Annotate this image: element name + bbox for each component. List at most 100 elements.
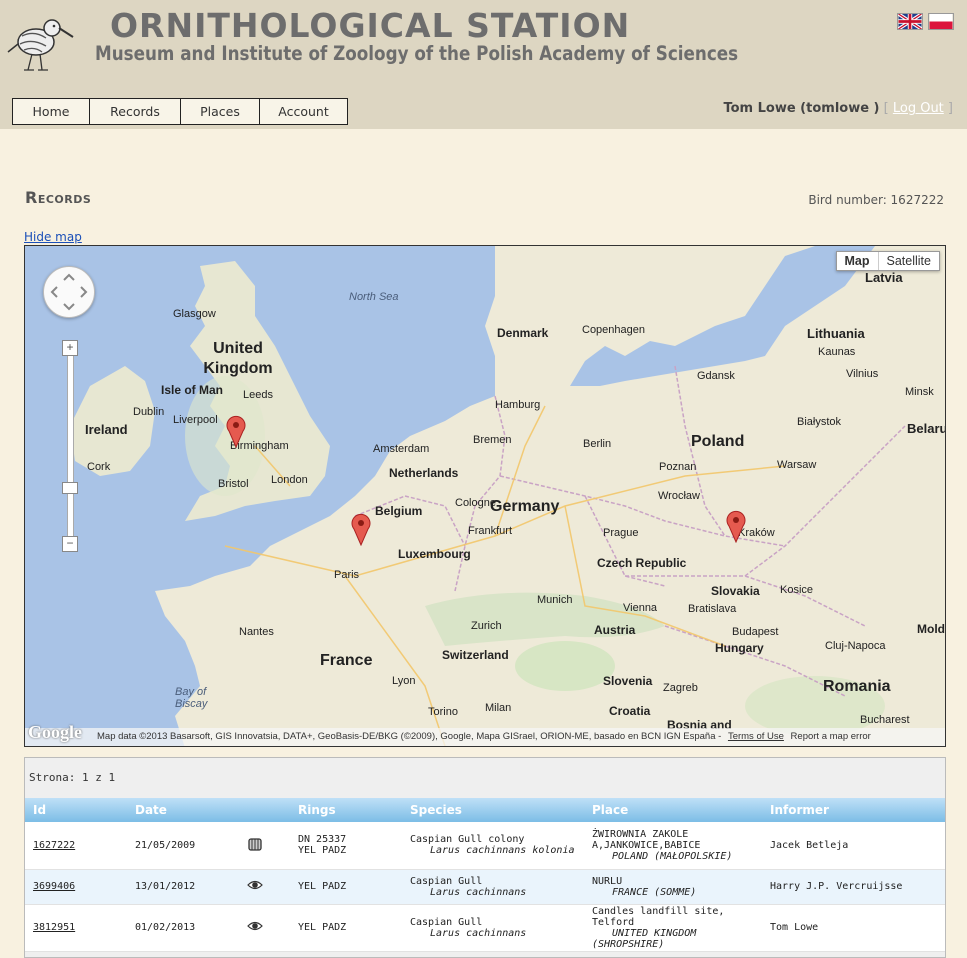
- zoom-slider-thumb[interactable]: [62, 482, 78, 494]
- record-informer: Tom Lowe: [762, 904, 945, 952]
- map-label-zagreb: Zagreb: [663, 682, 698, 694]
- record-id-link[interactable]: 3699406: [33, 881, 75, 892]
- user-box: Tom Lowe (tomlowe ) [ Log Out ]: [723, 101, 953, 116]
- map-label-uk: United Kingdom: [203, 340, 273, 377]
- nav-places[interactable]: Places: [180, 98, 260, 125]
- col-place[interactable]: Place: [584, 798, 762, 822]
- map-label-minsk: Minsk: [905, 386, 934, 398]
- map-label-bremen: Bremen: [473, 434, 512, 446]
- bird-number: Bird number: 1627222: [808, 193, 944, 207]
- zoom-out-button[interactable]: −: [62, 536, 78, 552]
- record-marker-nurlu[interactable]: [350, 512, 372, 546]
- map-label-amsterdam: Amsterdam: [373, 443, 430, 455]
- record-marker-krakow[interactable]: [725, 509, 747, 543]
- map-label-hamburg: Hamburg: [495, 399, 541, 411]
- polish-flag-icon[interactable]: [928, 13, 954, 30]
- map-label-bratislava: Bratislava: [688, 603, 737, 615]
- col-species[interactable]: Species: [402, 798, 584, 822]
- record-species: Caspian Gull colony: [410, 834, 525, 846]
- nav-records[interactable]: Records: [89, 98, 181, 125]
- map-label-bucharest: Bucharest: [860, 714, 910, 726]
- record-place-country: (SHROPSHIRE): [592, 938, 665, 950]
- map-label-kosice: Kosice: [780, 584, 814, 596]
- report-error-link[interactable]: Report a map error: [791, 731, 871, 742]
- records-panel: Strona: 1 z 1 Id Date Rings Species Plac…: [24, 757, 946, 958]
- eye-icon: [247, 921, 263, 931]
- record-marker-birmingham[interactable]: [225, 414, 247, 448]
- site-title: ORNITHOLOGICAL STATION: [110, 6, 631, 45]
- map-label-netherlands: Netherlands: [389, 466, 459, 480]
- record-ring: YEL PADZ: [298, 845, 347, 857]
- logout-link[interactable]: Log Out: [893, 101, 944, 116]
- terms-link[interactable]: Terms of Use: [728, 731, 784, 742]
- record-informer: Jacek Betleja: [762, 822, 945, 870]
- map-label-bristol: Bristol: [218, 478, 249, 490]
- map-label-paris: Paris: [334, 569, 360, 581]
- map-label-czech: Czech Republic: [597, 556, 687, 570]
- google-logo: Google: [28, 722, 82, 742]
- map-label-croatia: Croatia: [609, 704, 651, 718]
- map-label-liverpool: Liverpool: [173, 414, 218, 426]
- ring-icon: [248, 838, 262, 851]
- page-title: Records: [25, 188, 92, 207]
- map-label-ireland: Ireland: [85, 422, 128, 437]
- record-species-latin: Larus cachinnans kolonia: [430, 845, 575, 857]
- hide-map-link[interactable]: Hide map: [24, 230, 82, 244]
- site-header: ORNITHOLOGICAL STATION Museum and Instit…: [0, 0, 967, 129]
- col-rings[interactable]: Rings: [290, 798, 402, 822]
- record-species-latin: Larus cachinnans: [430, 886, 527, 898]
- map-label-vienna: Vienna: [623, 602, 658, 614]
- record-date: 01/02/2013: [127, 904, 239, 952]
- map-label-copenhagen: Copenhagen: [582, 324, 646, 336]
- record-place: Candles landfill site, Telford: [592, 905, 725, 928]
- map-view[interactable]: North Sea Bay of Biscay United Kingdom I…: [24, 245, 946, 747]
- nav-account[interactable]: Account: [259, 98, 348, 125]
- map-label-romania: Romania: [823, 678, 891, 695]
- map-label-luxembourg: Luxembourg: [398, 547, 471, 561]
- records-table: Id Date Rings Species Place Informer 162…: [25, 798, 945, 952]
- map-label-nantes: Nantes: [239, 626, 274, 638]
- map-label-france: France: [320, 652, 373, 669]
- map-label-lithuania: Lithuania: [807, 326, 865, 341]
- record-ring: YEL PADZ: [290, 904, 402, 952]
- map-label-cologne: Cologne: [455, 497, 496, 509]
- uk-flag-icon[interactable]: [897, 13, 923, 30]
- map-label-leeds: Leeds: [243, 389, 273, 401]
- map-label-hungary: Hungary: [715, 641, 764, 655]
- table-row: 3812951 01/02/2013 YEL PADZ Caspian Gull…: [25, 904, 945, 952]
- col-informer[interactable]: Informer: [762, 798, 945, 822]
- zoom-in-button[interactable]: +: [62, 340, 78, 356]
- pan-control[interactable]: [43, 266, 95, 318]
- col-date[interactable]: Date: [127, 798, 239, 822]
- zoom-slider-track[interactable]: [67, 354, 74, 546]
- map-label-slovenia: Slovenia: [603, 674, 653, 688]
- record-ring: DN 25337: [298, 834, 347, 846]
- map-label-kaunas: Kaunas: [818, 346, 856, 358]
- record-id-link[interactable]: 1627222: [33, 840, 75, 851]
- map-label-cluj: Cluj-Napoca: [825, 640, 886, 652]
- map-label-latvia: Latvia: [865, 270, 903, 285]
- record-place: ŻWIROWNIA ZAKOLE: [592, 828, 689, 840]
- map-label-warsaw: Warsaw: [777, 459, 817, 471]
- map-label-torino: Torino: [428, 706, 458, 718]
- map-type-satellite-button[interactable]: Satellite: [879, 252, 939, 270]
- record-date: 21/05/2009: [127, 822, 239, 870]
- record-id-link[interactable]: 3812951: [33, 922, 75, 933]
- nav-home[interactable]: Home: [12, 98, 90, 125]
- map-label-bay-of-biscay: Bay of Biscay: [175, 686, 208, 710]
- map-label-zurich: Zurich: [471, 620, 502, 632]
- map-type-control: Map Satellite: [835, 251, 940, 271]
- map-label-denmark: Denmark: [497, 326, 549, 340]
- bird-logo-icon: [7, 19, 74, 71]
- language-switcher: [897, 13, 954, 30]
- col-id[interactable]: Id: [25, 798, 127, 822]
- eye-icon: [247, 880, 263, 890]
- map-label-switzerland: Switzerland: [442, 648, 509, 662]
- record-place: NURLU: [592, 875, 623, 887]
- map-label-lyon: Lyon: [392, 675, 416, 687]
- map-label-munich: Munich: [537, 594, 573, 606]
- record-species: Caspian Gull: [410, 875, 483, 887]
- map-label-isle-of-man: Isle of Man: [161, 383, 224, 397]
- map-type-map-button[interactable]: Map: [837, 252, 879, 270]
- map-label-dublin: Dublin: [133, 406, 165, 418]
